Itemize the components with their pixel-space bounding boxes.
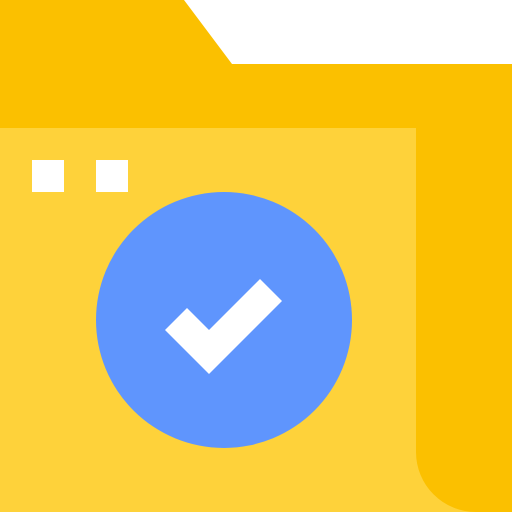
folder-check-icon xyxy=(0,0,512,512)
folder-check-svg xyxy=(0,0,512,512)
window-dot-left xyxy=(32,160,64,192)
window-dot-right xyxy=(96,160,128,192)
